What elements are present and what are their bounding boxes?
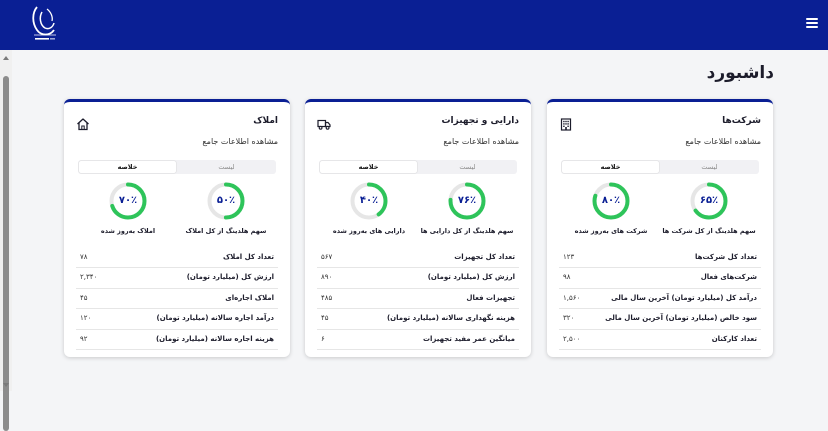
stat-row: تجهیزات فعال ۴۸۵ xyxy=(317,289,519,310)
view-tabs[interactable]: لیست خلاصه xyxy=(319,160,517,174)
stat-row: درآمد کل (میلیارد تومان) آخرین سال مالی ۱… xyxy=(559,289,761,310)
card-subtitle: مشاهده اطلاعات جامع xyxy=(202,137,278,146)
building-icon xyxy=(559,116,573,131)
gauge-holding-share: ۷۶٪ سهم هلدینگ از کل دارایی ها xyxy=(417,179,517,239)
stats-list: تعداد کل تجهیزات ۵۶۷ ارزش کل (میلیارد توم… xyxy=(317,248,519,350)
stat-label: ارزش کل (میلیارد تومان) xyxy=(427,273,515,282)
stat-row: ارزش کل (میلیارد تومان) ۲,۳۴۰ xyxy=(76,268,278,289)
stat-row: شرکت‌های فعال ۹۸ xyxy=(559,268,761,289)
card-companies: شرکت‌ها مشاهده اطلاعات جامع لیست خلاصه ۶… xyxy=(547,99,773,357)
stat-value: ۴۵ xyxy=(321,314,329,323)
view-tabs[interactable]: لیست خلاصه xyxy=(78,160,276,174)
tab-list[interactable]: لیست xyxy=(661,161,758,173)
gauge-value: ۶۵٪ xyxy=(699,195,719,206)
stat-label: تعداد کارکنان xyxy=(711,334,757,343)
top-header xyxy=(0,0,828,50)
stat-row: ارزش کل (میلیارد تومان) ۸۹۰ xyxy=(317,268,519,289)
scroll-up-icon[interactable] xyxy=(3,56,9,60)
vertical-scrollbar[interactable] xyxy=(0,50,12,431)
tab-summary[interactable]: خلاصه xyxy=(320,161,418,173)
stats-list: تعداد کل املاک ۷۸ ارزش کل (میلیارد تومان)… xyxy=(76,248,278,350)
stat-label: هزینه اجاره سالانه (میلیارد تومان) xyxy=(155,334,274,343)
gauge-label: سهم هلدینگ از کل املاک xyxy=(185,227,267,235)
stat-row: هزینه نگهداری سالانه (میلیارد تومان) ۴۵ xyxy=(317,309,519,330)
scroll-down-icon[interactable] xyxy=(3,383,9,387)
stat-value: ۹۲ xyxy=(80,334,88,343)
gauge-holding-share: ۵۰٪ سهم هلدینگ از کل املاک xyxy=(176,179,276,239)
stat-row: تعداد کل شرکت‌ها ۱۲۳ xyxy=(559,248,761,269)
card-real-estate: املاک مشاهده اطلاعات جامع لیست خلاصه ۵۰٪… xyxy=(64,99,290,357)
gauge-label: دارایی های به‌روز شده xyxy=(332,227,406,235)
stats-list: تعداد کل شرکت‌ها ۱۲۳ شرکت‌های فعال ۹۸ درآم… xyxy=(559,248,761,350)
stat-row: هزینه اجاره سالانه (میلیارد تومان) ۹۲ xyxy=(76,330,278,350)
stat-value: ۶ xyxy=(321,334,325,343)
brand-logo-icon[interactable] xyxy=(28,3,62,45)
stat-label: ارزش کل (میلیارد تومان) xyxy=(186,273,274,282)
stat-label: درآمد کل (میلیارد تومان) آخرین سال مالی xyxy=(611,293,757,302)
stat-value: ۴۸۵ xyxy=(321,293,333,302)
stat-label: املاک اجاره‌ای xyxy=(225,293,274,302)
stat-label: تعداد کل املاک xyxy=(222,253,274,261)
view-tabs[interactable]: لیست خلاصه xyxy=(561,160,759,174)
tab-summary[interactable]: خلاصه xyxy=(79,161,177,173)
page-title: داشبورد xyxy=(706,63,774,83)
card-subtitle: مشاهده اطلاعات جامع xyxy=(443,137,519,146)
scrollbar-thumb[interactable] xyxy=(3,76,9,431)
stat-value: ۲,۳۴۰ xyxy=(80,273,98,282)
stat-label: سود خالص (میلیارد تومان) آخرین سال مالی xyxy=(605,314,757,323)
stat-label: شرکت‌های فعال xyxy=(700,273,757,282)
card-subtitle: مشاهده اطلاعات جامع xyxy=(685,137,761,146)
gauge-label: املاک به‌روز شده xyxy=(100,227,156,235)
stat-row: تعداد کل املاک ۷۸ xyxy=(76,248,278,269)
stat-value: ۱۲۳ xyxy=(563,253,575,261)
stat-value: ۱۲۰ xyxy=(80,314,92,323)
card-title: شرکت‌ها xyxy=(722,116,761,126)
stat-label: تعداد کل شرکت‌ها xyxy=(694,253,757,261)
stat-value: ۲,۵۰۰ xyxy=(563,334,581,343)
gauge-value: ۵۰٪ xyxy=(216,195,236,206)
tab-list[interactable]: لیست xyxy=(178,161,275,173)
gauge-label: شرکت های به‌روز شده xyxy=(574,227,648,235)
stat-label: میانگین عمر مفید تجهیزات xyxy=(422,334,515,343)
stat-value: ۹۸ xyxy=(563,273,571,282)
gauge-value: ۸۰٪ xyxy=(601,195,621,206)
stat-label: درآمد اجاره سالانه (میلیارد تومان) xyxy=(156,314,275,323)
gauge-label: سهم هلدینگ از کل شرکت ها xyxy=(662,227,756,235)
stat-value: ۳۲۰ xyxy=(563,314,575,323)
gauge-label: سهم هلدینگ از کل دارایی ها xyxy=(420,227,514,235)
stat-row: سود خالص (میلیارد تومان) آخرین سال مالی ۳… xyxy=(559,309,761,330)
stat-value: ۸۹۰ xyxy=(321,273,333,282)
stat-label: هزینه نگهداری سالانه (میلیارد تومان) xyxy=(386,314,515,323)
card-title: املاک xyxy=(253,116,278,126)
gauge-updated-share: ۸۰٪ شرکت های به‌روز شده xyxy=(561,179,661,239)
stat-row: تعداد کارکنان ۲,۵۰۰ xyxy=(559,330,761,350)
gauge-updated-share: ۴۰٪ دارایی های به‌روز شده xyxy=(319,179,419,239)
stat-row: املاک اجاره‌ای ۴۵ xyxy=(76,289,278,310)
gauge-value: ۴۰٪ xyxy=(359,195,379,206)
tab-summary[interactable]: خلاصه xyxy=(562,161,660,173)
tab-list[interactable]: لیست xyxy=(419,161,516,173)
stat-label: تجهیزات فعال xyxy=(466,293,515,302)
stat-row: درآمد اجاره سالانه (میلیارد تومان) ۱۲۰ xyxy=(76,309,278,330)
card-assets: دارایی و تجهیزات مشاهده اطلاعات جامع لیس… xyxy=(305,99,531,357)
gauge-value: ۷۶٪ xyxy=(457,195,477,206)
stat-value: ۷۸ xyxy=(80,253,88,261)
hamburger-menu-icon[interactable] xyxy=(806,18,818,30)
gauge-value: ۷۰٪ xyxy=(118,195,138,206)
truck-icon xyxy=(317,116,331,130)
stat-label: تعداد کل تجهیزات xyxy=(454,253,515,261)
card-title: دارایی و تجهیزات xyxy=(441,116,519,126)
stat-value: ۵۶۷ xyxy=(321,253,333,261)
gauge-updated-share: ۷۰٪ املاک به‌روز شده xyxy=(78,179,178,239)
home-icon xyxy=(76,116,90,131)
gauge-holding-share: ۶۵٪ سهم هلدینگ از کل شرکت ها xyxy=(659,179,759,239)
stat-row: تعداد کل تجهیزات ۵۶۷ xyxy=(317,248,519,269)
stat-value: ۱,۵۶۰ xyxy=(563,293,581,302)
stat-row: میانگین عمر مفید تجهیزات ۶ xyxy=(317,330,519,350)
stat-value: ۴۵ xyxy=(80,293,88,302)
